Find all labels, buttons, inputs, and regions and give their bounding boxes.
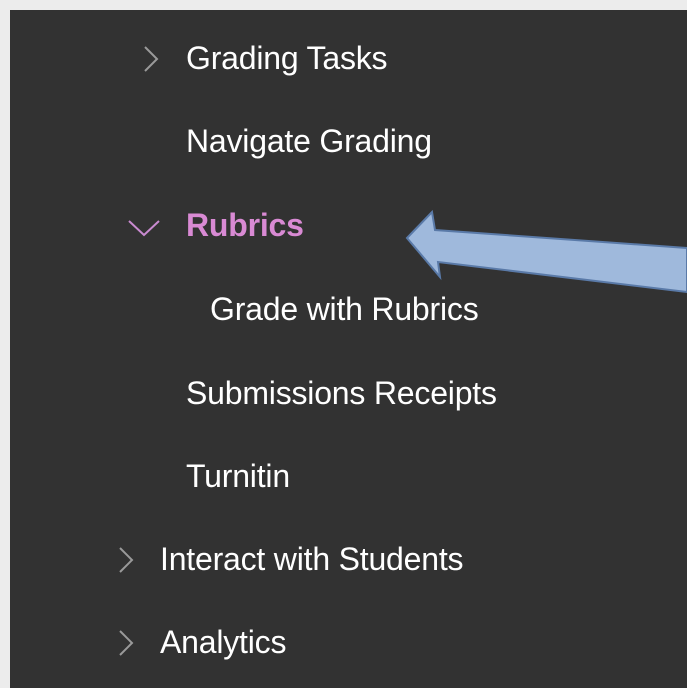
nav-item-label: Rubrics: [186, 206, 304, 243]
nav-item-label: Grade with Rubrics: [210, 290, 479, 327]
chevron-right-icon[interactable]: [143, 46, 159, 72]
nav-item-navigate-grading[interactable]: Navigate Grading: [186, 111, 432, 171]
chevron-down-icon[interactable]: [128, 219, 160, 237]
chevron-right-icon[interactable]: [118, 630, 134, 656]
nav-item-label: Interact with Students: [160, 540, 464, 577]
nav-item-label: Turnitin: [186, 457, 290, 494]
screenshot-frame: Grading Tasks Navigate Grading Rubrics G…: [0, 0, 687, 688]
navigation-sidebar: Grading Tasks Navigate Grading Rubrics G…: [10, 10, 687, 688]
nav-item-interact-with-students[interactable]: Interact with Students: [110, 529, 464, 589]
nav-item-label: Navigate Grading: [186, 122, 432, 159]
nav-item-grading-tasks[interactable]: Grading Tasks: [135, 28, 388, 88]
nav-item-label: Submissions Receipts: [186, 374, 497, 411]
nav-item-submissions-receipts[interactable]: Submissions Receipts: [186, 363, 497, 423]
nav-item-rubrics[interactable]: Rubrics: [125, 195, 304, 255]
nav-item-analytics[interactable]: Analytics: [110, 612, 286, 672]
nav-item-grade-with-rubrics[interactable]: Grade with Rubrics: [210, 279, 479, 339]
nav-item-turnitin[interactable]: Turnitin: [186, 446, 290, 506]
nav-item-label: Analytics: [160, 623, 287, 660]
chevron-right-icon[interactable]: [118, 547, 134, 573]
nav-item-label: Grading Tasks: [186, 39, 388, 76]
